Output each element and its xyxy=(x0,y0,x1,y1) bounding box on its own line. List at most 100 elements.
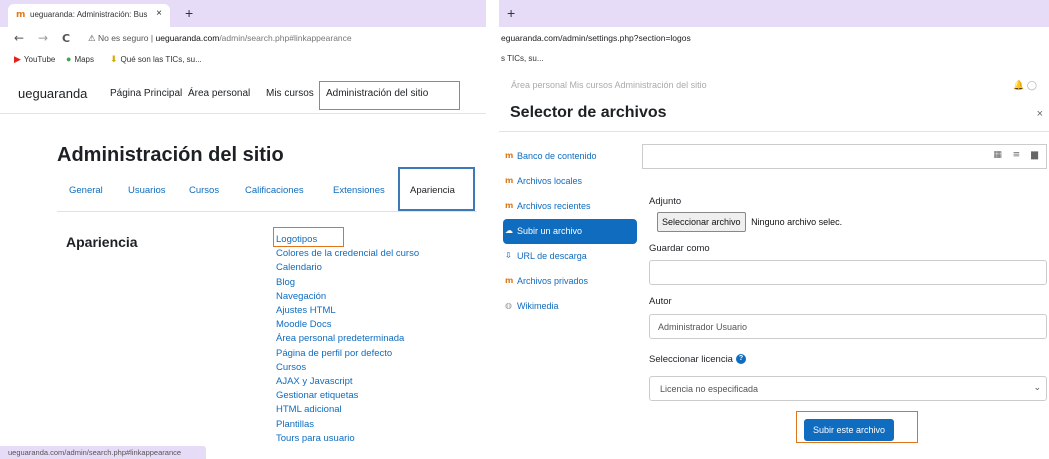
url-input[interactable]: eguaranda.com/admin/settings.php?section… xyxy=(499,27,1049,49)
download-icon: ⬇ xyxy=(110,54,118,64)
view-toggle-icons[interactable]: ▦ ≡ ▆ xyxy=(993,150,1042,160)
tab-plugins[interactable]: Extensiones xyxy=(333,185,385,196)
new-tab-button[interactable]: + xyxy=(507,5,515,21)
status-bar-url: ueguaranda.com/admin/search.php#linkappe… xyxy=(0,446,206,459)
help-icon[interactable]: ? xyxy=(735,354,746,365)
link-navigation[interactable]: Navegación xyxy=(276,290,419,304)
license-label-text: Seleccionar licencia xyxy=(649,354,733,365)
chevron-down-icon: ⌄ xyxy=(1033,383,1041,393)
bookmark-label: Qué son las TICs, su... xyxy=(120,55,202,64)
link-icon: ⇩ xyxy=(505,251,512,260)
globe-icon: ◍ xyxy=(505,301,512,310)
repo-label: Archivos locales xyxy=(517,176,583,186)
not-secure-label: ⚠ No es seguro xyxy=(88,33,149,43)
repo-label: Archivos privados xyxy=(517,276,589,286)
highlight-box xyxy=(398,167,475,211)
bookmarks-bar: ▶ YouTube ● Maps ⬇ Qué son las TICs, su... xyxy=(0,49,486,69)
repo-url-download[interactable]: ⇩ URL de descarga xyxy=(503,244,637,269)
tab-title: ueguaranda: Administración: Bus xyxy=(30,10,148,19)
moodle-icon: m xyxy=(505,151,514,160)
link-default-dashboard[interactable]: Área personal predeterminada xyxy=(276,332,419,346)
bookmark-tics[interactable]: ⬇ Qué son las TICs, su... xyxy=(110,54,202,65)
bookmark-youtube[interactable]: ▶ YouTube xyxy=(14,54,55,65)
dialog-title: Selector de archivos xyxy=(510,104,667,121)
notification-icon: 🔔 ◯ xyxy=(1013,80,1037,90)
repo-label: Subir un archivo xyxy=(517,226,583,236)
tab-general[interactable]: General xyxy=(69,185,103,196)
site-brand[interactable]: ueguaranda xyxy=(18,86,87,101)
tab-users[interactable]: Usuarios xyxy=(128,185,166,196)
moodle-icon: m xyxy=(505,176,514,185)
link-blog[interactable]: Blog xyxy=(276,276,419,290)
new-tab-button[interactable]: + xyxy=(185,5,193,21)
link-html-settings[interactable]: Ajustes HTML xyxy=(276,304,419,318)
repo-label: Banco de contenido xyxy=(517,151,597,161)
dialog-header: Selector de archivos × xyxy=(499,92,1049,132)
link-ajax[interactable]: AJAX y Javascript xyxy=(276,375,419,389)
left-browser-window: m ueguaranda: Administración: Bus × + ← … xyxy=(0,0,486,459)
maps-icon: ● xyxy=(66,54,72,64)
tab-courses[interactable]: Cursos xyxy=(189,185,219,196)
no-file-text: Ninguno archivo selec. xyxy=(751,217,843,227)
close-icon[interactable]: × xyxy=(1037,108,1043,120)
reload-icon[interactable]: C xyxy=(62,32,70,45)
url-path: /admin/search.php#linkappearance xyxy=(219,33,352,43)
file-picker-toolbar: ▦ ≡ ▆ xyxy=(642,144,1047,169)
moodle-icon: m xyxy=(16,10,26,20)
bookmark-label: YouTube xyxy=(23,55,56,64)
choose-file-button[interactable]: Seleccionar archivo xyxy=(657,212,746,232)
url-input[interactable]: ⚠ No es seguro | ueguaranda.com/admin/se… xyxy=(88,30,478,46)
back-arrow-icon[interactable]: ← xyxy=(14,31,24,45)
bookmark-label: Maps xyxy=(74,55,94,64)
appearance-links: Logotipos Colores de la credencial del c… xyxy=(276,233,419,446)
url-separator: | xyxy=(150,33,154,43)
link-course-colours[interactable]: Colores de la credencial del curso xyxy=(276,247,419,261)
address-bar: ← → C ⚠ No es seguro | ueguaranda.com/ad… xyxy=(0,27,486,49)
link-user-tours[interactable]: Tours para usuario xyxy=(276,432,419,446)
license-label: Seleccionar licencia? xyxy=(649,354,746,365)
youtube-icon: ▶ xyxy=(14,54,21,64)
nav-dashboard[interactable]: Área personal xyxy=(188,88,250,99)
background-nav-text: Área personal Mis cursos Administración … xyxy=(511,80,707,90)
author-input[interactable]: Administrador Usuario xyxy=(649,314,1047,339)
bookmark-tics[interactable]: s TICs, su... xyxy=(499,49,1049,69)
license-select[interactable]: Licencia no especificada ⌄ xyxy=(649,376,1047,401)
moodle-icon: m xyxy=(505,201,514,210)
save-as-label: Guardar como xyxy=(649,243,710,254)
browser-tab[interactable]: m ueguaranda: Administración: Bus × xyxy=(8,4,170,27)
nav-home[interactable]: Página Principal xyxy=(110,88,182,99)
attachment-label: Adjunto xyxy=(649,196,682,207)
repo-label: Archivos recientes xyxy=(517,201,591,211)
link-tags[interactable]: Gestionar etiquetas xyxy=(276,389,419,403)
repo-local-files[interactable]: m Archivos locales xyxy=(503,169,637,194)
repo-upload-file[interactable]: ☁ Subir un archivo xyxy=(503,219,637,244)
repo-wikimedia[interactable]: ◍ Wikimedia xyxy=(503,294,637,319)
page-title: Administración del sitio xyxy=(57,144,284,166)
repo-recent-files[interactable]: m Archivos recientes xyxy=(503,194,637,219)
highlight-box xyxy=(319,81,460,110)
bookmark-maps[interactable]: ● Maps xyxy=(66,54,94,64)
save-as-input[interactable] xyxy=(649,260,1047,285)
file-input: Seleccionar archivo Ninguno archivo sele… xyxy=(657,212,842,234)
license-value: Licencia no especificada xyxy=(660,384,759,394)
repo-content-bank[interactable]: m Banco de contenido xyxy=(503,144,637,169)
link-additional-html[interactable]: HTML adicional xyxy=(276,403,419,417)
tab-grades[interactable]: Calificaciones xyxy=(245,185,304,196)
nav-my-courses[interactable]: Mis cursos xyxy=(266,88,314,99)
highlight-box xyxy=(796,411,918,443)
link-templates[interactable]: Plantillas xyxy=(276,418,419,432)
repo-label: Wikimedia xyxy=(517,301,559,311)
link-moodle-docs[interactable]: Moodle Docs xyxy=(276,318,419,332)
forward-arrow-icon[interactable]: → xyxy=(38,31,48,45)
link-default-profile[interactable]: Página de perfil por defecto xyxy=(276,347,419,361)
upload-icon: ☁ xyxy=(505,226,513,235)
repository-list: m Banco de contenido m Archivos locales mA… xyxy=(503,144,637,319)
tab-strip: m ueguaranda: Administración: Bus × + xyxy=(0,0,486,27)
file-picker-dialog: Selector de archivos × m Banco de conteni… xyxy=(499,92,1049,459)
right-browser-window: + eguaranda.com/admin/settings.php?secti… xyxy=(499,0,1049,459)
link-courses[interactable]: Cursos xyxy=(276,361,419,375)
link-calendar[interactable]: Calendario xyxy=(276,261,419,275)
repo-private-files[interactable]: m Archivos privados xyxy=(503,269,637,294)
tab-strip: + xyxy=(499,0,1049,27)
close-tab-icon[interactable]: × xyxy=(156,8,162,19)
